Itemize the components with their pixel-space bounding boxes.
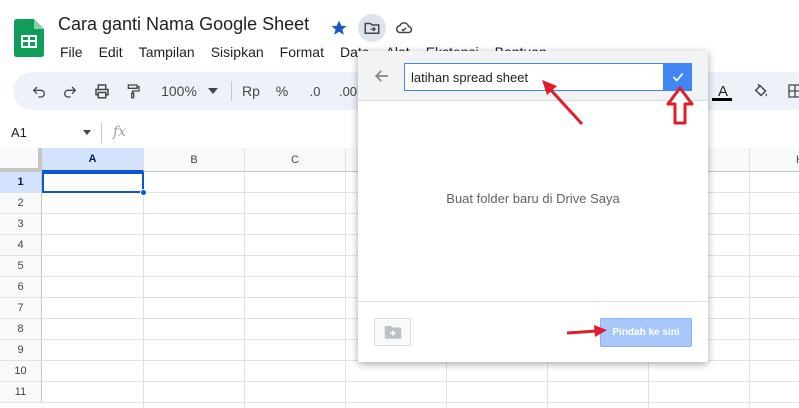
active-cell-a1[interactable]	[42, 172, 144, 193]
text-color-swatch	[712, 98, 732, 101]
row-header[interactable]: 5	[0, 256, 42, 277]
row-header[interactable]: 1	[0, 172, 42, 193]
empty-folder-message: Buat folder baru di Drive Saya	[446, 191, 620, 206]
new-folder-button[interactable]	[374, 318, 411, 346]
zoom-dropdown-caret-icon[interactable]	[208, 81, 218, 101]
star-icon[interactable]	[325, 14, 353, 42]
row-header[interactable]: 10	[0, 361, 42, 382]
row-header[interactable]: 8	[0, 319, 42, 340]
currency-format-button[interactable]: Rp	[241, 81, 261, 101]
move-folder-icon[interactable]	[358, 14, 386, 42]
grid-line	[42, 402, 799, 403]
row-header[interactable]: 11	[0, 382, 42, 403]
decrease-decimal-button[interactable]: .0	[304, 81, 326, 101]
grid-line	[244, 172, 245, 408]
toolbar-divider	[231, 81, 232, 101]
row-header[interactable]: 9	[0, 340, 42, 361]
name-box[interactable]: A1	[11, 125, 27, 140]
row-header[interactable]: 4	[0, 235, 42, 256]
confirm-folder-name-button[interactable]	[664, 63, 692, 91]
dialog-header	[358, 51, 708, 101]
google-sheets-logo[interactable]	[14, 19, 44, 57]
name-box-caret-icon[interactable]	[83, 130, 91, 135]
grid-line	[143, 172, 144, 408]
menu-format[interactable]: Format	[272, 42, 332, 62]
redo-icon[interactable]	[60, 81, 80, 101]
grid-line	[749, 172, 750, 408]
select-all-corner[interactable]	[0, 148, 42, 172]
increase-decimal-button[interactable]: .00	[337, 81, 359, 101]
column-header[interactable]: C	[245, 148, 346, 172]
print-icon[interactable]	[92, 81, 112, 101]
row-header[interactable]: 2	[0, 193, 42, 214]
document-title[interactable]: Cara ganti Nama Google Sheet	[58, 14, 309, 35]
percent-format-button[interactable]: %	[275, 81, 289, 101]
folder-name-input[interactable]	[404, 63, 664, 91]
menu-file[interactable]: File	[52, 42, 91, 62]
dialog-footer: Pindah ke sini	[358, 301, 708, 362]
row-header[interactable]: 3	[0, 214, 42, 235]
row-header[interactable]: 6	[0, 277, 42, 298]
grid-line	[345, 172, 346, 408]
menu-insert[interactable]: Sisipkan	[203, 42, 272, 62]
paint-format-icon[interactable]	[123, 81, 143, 101]
check-icon	[672, 72, 684, 82]
column-header[interactable]: A	[42, 148, 144, 172]
grid-line	[42, 381, 799, 382]
formula-bar-divider	[101, 123, 102, 143]
borders-icon[interactable]	[785, 81, 799, 101]
move-to-folder-dialog: Buat folder baru di Drive Saya Pindah ke…	[358, 51, 708, 362]
column-header[interactable]: H	[750, 148, 799, 172]
row-header[interactable]: 7	[0, 298, 42, 319]
zoom-value[interactable]: 100%	[159, 81, 199, 101]
menu-view[interactable]: Tampilan	[131, 42, 203, 62]
fill-handle[interactable]	[140, 189, 147, 196]
back-arrow-icon[interactable]	[372, 66, 392, 86]
undo-icon[interactable]	[29, 81, 49, 101]
fx-icon: fx	[113, 124, 127, 140]
column-header[interactable]: B	[144, 148, 245, 172]
fill-color-icon[interactable]	[751, 81, 771, 101]
new-folder-icon	[384, 326, 401, 339]
move-here-button[interactable]: Pindah ke sini	[600, 318, 692, 347]
menu-edit[interactable]: Edit	[91, 42, 131, 62]
cloud-status-icon[interactable]	[390, 14, 418, 42]
